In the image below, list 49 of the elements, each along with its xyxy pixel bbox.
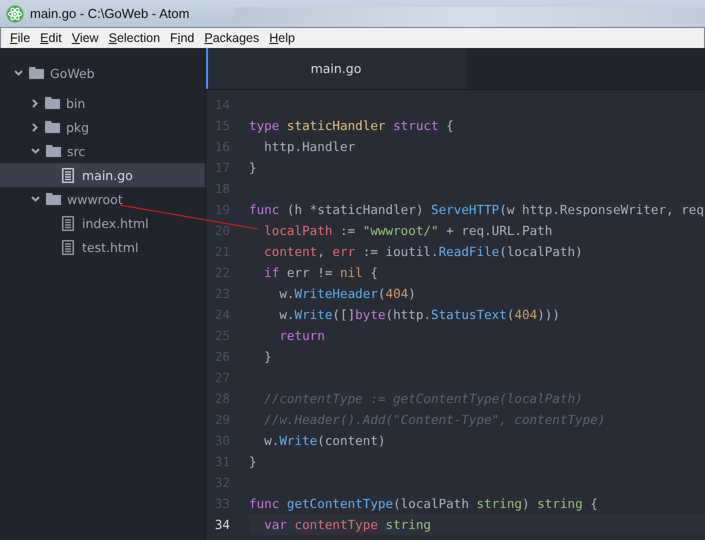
tree-item[interactable]: index.html <box>0 211 205 235</box>
code-line: func (h *staticHandler) ServeHTTP(w http.ResponseWriter, req <box>249 202 704 217</box>
folder-icon <box>29 67 44 79</box>
tree-item[interactable]: test.html <box>0 235 205 259</box>
window-title: main.go - C:\GoWeb - Atom <box>30 6 190 21</box>
code-line: localPath := "wwwroot/" + req.URL.Path <box>263 223 552 238</box>
menu-item[interactable]: Help <box>264 31 300 45</box>
tree-item[interactable]: main.go <box>0 163 205 187</box>
folder-icon <box>45 97 60 109</box>
file-icon <box>62 216 74 230</box>
menu-item[interactable]: Find <box>165 31 200 45</box>
atom-icon <box>6 4 24 22</box>
code-line: w.Write(content) <box>263 433 386 448</box>
code-line: } <box>249 160 257 175</box>
code-line: //contentType := getContentType(localPath) <box>263 391 583 406</box>
tree-item[interactable]: src <box>0 139 205 163</box>
code-line: http.Handler <box>263 139 356 154</box>
folder-icon <box>46 145 61 157</box>
code-line: type staticHandler struct { <box>249 118 454 133</box>
code-line: var contentType string <box>263 517 431 532</box>
code-line: if err != nil { <box>263 265 378 280</box>
code-line: content, err := ioutil.ReadFile(localPath) <box>263 244 583 259</box>
menu-item[interactable]: File <box>5 31 36 45</box>
chevron-down-icon <box>31 196 40 202</box>
file-icon <box>62 168 74 182</box>
code-line: w.WriteHeader(404) <box>278 286 416 301</box>
chevron-down-icon <box>31 148 40 154</box>
folder-icon <box>46 193 61 205</box>
chevron-right-icon <box>32 122 38 132</box>
code-line: return <box>278 328 325 343</box>
menu-item[interactable]: Selection <box>104 31 166 45</box>
tree-item[interactable]: GoWeb <box>0 61 205 85</box>
menu-item[interactable]: Edit <box>35 31 67 45</box>
folder-icon <box>45 121 60 133</box>
code-line: } <box>249 454 257 469</box>
code-line: w.Write([]byte(http.StatusText(404))) <box>278 307 560 322</box>
menu-item[interactable]: View <box>66 31 104 45</box>
chevron-right-icon <box>32 98 38 108</box>
tree-item[interactable]: pkg <box>0 115 205 139</box>
tab[interactable]: main.go <box>206 48 466 89</box>
line-number: 34 <box>214 517 231 532</box>
code-line: //w.Header().Add("Content-Type", contentType) <box>263 412 606 427</box>
code-line: } <box>263 349 272 364</box>
menu-item[interactable]: Packages <box>199 31 264 45</box>
tree-item[interactable]: bin <box>0 91 205 115</box>
file-icon <box>62 240 74 254</box>
code-line: func getContentType(localPath string) string { <box>249 496 598 511</box>
tree-item[interactable]: wwwroot <box>0 187 205 211</box>
chevron-down-icon <box>14 70 23 76</box>
